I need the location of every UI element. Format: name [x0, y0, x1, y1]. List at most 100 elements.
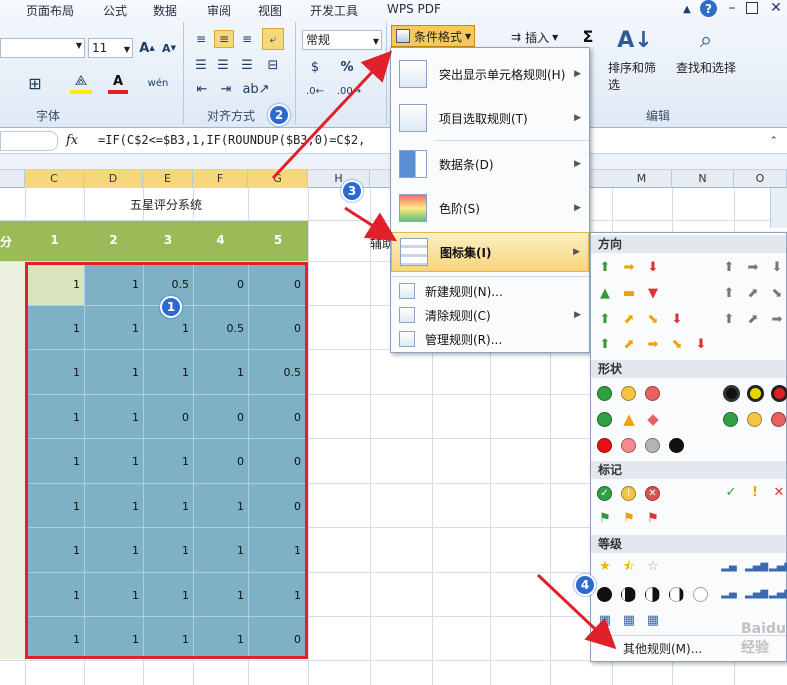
- align-bottom-icon[interactable]: ≡: [238, 30, 256, 48]
- yellow-exclamation-icon[interactable]: !: [747, 485, 763, 501]
- align-top-icon[interactable]: ≡: [192, 30, 210, 48]
- data-cell[interactable]: 0.5: [248, 366, 302, 379]
- window-restore-icon[interactable]: [746, 2, 758, 14]
- gray-down-arrow-icon[interactable]: ⬇: [769, 260, 785, 276]
- gray-right-arrow-icon[interactable]: ➡: [745, 260, 761, 276]
- data-cell[interactable]: 0: [248, 322, 301, 335]
- yellow-triangle-icon[interactable]: ▲: [621, 411, 637, 427]
- column-header-o[interactable]: O: [734, 170, 787, 188]
- autosum-icon[interactable]: Σ: [579, 26, 597, 46]
- data-cell[interactable]: 0: [193, 411, 244, 424]
- data-cell[interactable]: 0: [248, 455, 301, 468]
- green-check-icon[interactable]: ✓: [723, 485, 739, 501]
- yellow-down-right-arrow-icon[interactable]: ⬊: [669, 337, 685, 353]
- signal-bars-icon[interactable]: ▂▄▆: [745, 559, 768, 575]
- vertical-scrollbar[interactable]: [770, 188, 787, 228]
- grow-font-icon[interactable]: A ▲: [138, 38, 156, 58]
- data-cell[interactable]: 1: [28, 322, 80, 335]
- orientation-icon[interactable]: ab↗: [242, 80, 269, 98]
- other-rules-menu-item[interactable]: 其他规则(M)...: [623, 640, 702, 657]
- data-cell[interactable]: 0: [143, 411, 189, 424]
- yellow-circle-icon[interactable]: [621, 386, 636, 401]
- merge-center-icon[interactable]: ⊟: [262, 56, 284, 74]
- signal-bars-icon[interactable]: ▂▄: [721, 559, 737, 575]
- red-down-arrow-icon[interactable]: ⬇: [669, 312, 685, 328]
- column-header-d[interactable]: D: [84, 170, 143, 188]
- data-cell[interactable]: 0: [193, 455, 244, 468]
- black-circle-icon[interactable]: [669, 438, 684, 453]
- pink-circle-icon[interactable]: [621, 438, 636, 453]
- align-middle-icon[interactable]: ≡: [214, 30, 234, 48]
- fx-icon[interactable]: fx: [66, 133, 78, 148]
- gray-up-arrow-icon[interactable]: ⬆: [721, 312, 737, 328]
- currency-icon[interactable]: $: [304, 58, 326, 76]
- insert-button[interactable]: ⇉ 插入 ▼: [511, 28, 586, 46]
- data-cell[interactable]: 1: [193, 589, 244, 602]
- data-cell[interactable]: 1: [84, 589, 139, 602]
- data-cell[interactable]: 1: [28, 544, 80, 557]
- decrease-decimal-icon[interactable]: .00→: [337, 82, 361, 100]
- data-cell[interactable]: 1: [84, 366, 139, 379]
- green-flag-icon[interactable]: ⚑: [597, 511, 613, 527]
- signal-bars-icon[interactable]: ▂▄: [721, 586, 737, 602]
- data-cell[interactable]: 1: [143, 500, 189, 513]
- red-x-icon[interactable]: ✕: [771, 485, 787, 501]
- green-up-arrow-icon[interactable]: ⬆: [597, 260, 613, 276]
- tab-review[interactable]: 审阅: [207, 2, 231, 19]
- data-cell[interactable]: 0.5: [143, 278, 190, 291]
- data-cell[interactable]: 1: [28, 455, 80, 468]
- sort-filter-button[interactable]: A↓ 排序和筛选: [608, 28, 662, 100]
- data-cell[interactable]: 1: [28, 411, 80, 424]
- red-traffic-light-icon[interactable]: [771, 385, 787, 402]
- data-cell[interactable]: 1: [143, 544, 189, 557]
- increase-indent-icon[interactable]: ⇥: [216, 80, 236, 98]
- data-cell[interactable]: 0: [248, 633, 301, 646]
- find-select-button[interactable]: ⌕ 查找和选择: [675, 28, 737, 100]
- green-up-arrow-icon[interactable]: ⬆: [597, 312, 613, 328]
- data-cell[interactable]: 1: [84, 322, 139, 335]
- data-cell[interactable]: 1: [84, 544, 139, 557]
- gray-up-arrow-icon[interactable]: ⬆: [721, 286, 737, 302]
- increase-decimal-icon[interactable]: .0←: [304, 82, 326, 100]
- align-center-icon[interactable]: ☰: [214, 56, 232, 74]
- green-traffic-light-icon[interactable]: [723, 385, 740, 402]
- menu-new-rule[interactable]: 新建规则(N)...: [391, 280, 589, 302]
- data-cell[interactable]: 1: [193, 544, 244, 557]
- column-header-g[interactable]: G: [248, 170, 308, 188]
- data-cell[interactable]: 1: [193, 366, 244, 379]
- yellow-up-right-arrow-icon[interactable]: ⬈: [621, 337, 637, 353]
- font-color-icon[interactable]: A: [108, 72, 128, 94]
- tab-developer[interactable]: 开发工具: [310, 2, 358, 19]
- data-cell[interactable]: 1: [143, 366, 189, 379]
- data-cell[interactable]: 0: [193, 278, 244, 291]
- data-cell[interactable]: 1: [143, 455, 189, 468]
- tab-data[interactable]: 数据: [153, 2, 177, 19]
- yellow-down-right-arrow-icon[interactable]: ⬊: [645, 312, 661, 328]
- quarter-boxes-icon[interactable]: ▦: [621, 613, 637, 629]
- data-cell[interactable]: 1: [143, 322, 189, 335]
- half-star-icon[interactable]: ⯪: [621, 559, 637, 575]
- font-name-combo[interactable]: ▼: [0, 38, 85, 58]
- gray-up-arrow-icon[interactable]: ⬆: [721, 260, 737, 276]
- formula-text[interactable]: =IF(C$2<=$B3,1,IF(ROUNDUP($B3,0)=C$2,: [98, 133, 365, 147]
- data-cell[interactable]: 1: [143, 633, 189, 646]
- column-header-n[interactable]: N: [672, 170, 734, 188]
- data-cell[interactable]: 1: [28, 278, 80, 291]
- data-cell[interactable]: 0: [248, 411, 301, 424]
- yellow-right-arrow-icon[interactable]: ➡: [621, 260, 637, 276]
- tab-wps-pdf[interactable]: WPS PDF: [387, 2, 441, 16]
- red-circle-icon[interactable]: [645, 386, 660, 401]
- signal-bars-icon[interactable]: ▂▄▆: [769, 586, 787, 602]
- number-format-combo[interactable]: 常规 ▼: [302, 30, 382, 50]
- red-triangle-icon[interactable]: ▼: [645, 286, 661, 302]
- align-right-icon[interactable]: ☰: [238, 56, 256, 74]
- red-x-circle-icon[interactable]: ✕: [645, 486, 660, 501]
- three-quarter-circle-icon[interactable]: [621, 587, 636, 602]
- full-circle-icon[interactable]: [597, 587, 612, 602]
- window-minimize-icon[interactable]: –: [724, 0, 740, 16]
- half-circle-icon[interactable]: [645, 587, 660, 602]
- green-triangle-icon[interactable]: ▲: [597, 286, 613, 302]
- tab-view[interactable]: 视图: [258, 2, 282, 19]
- align-left-icon[interactable]: ☰: [192, 56, 210, 74]
- data-cell[interactable]: 0: [248, 500, 301, 513]
